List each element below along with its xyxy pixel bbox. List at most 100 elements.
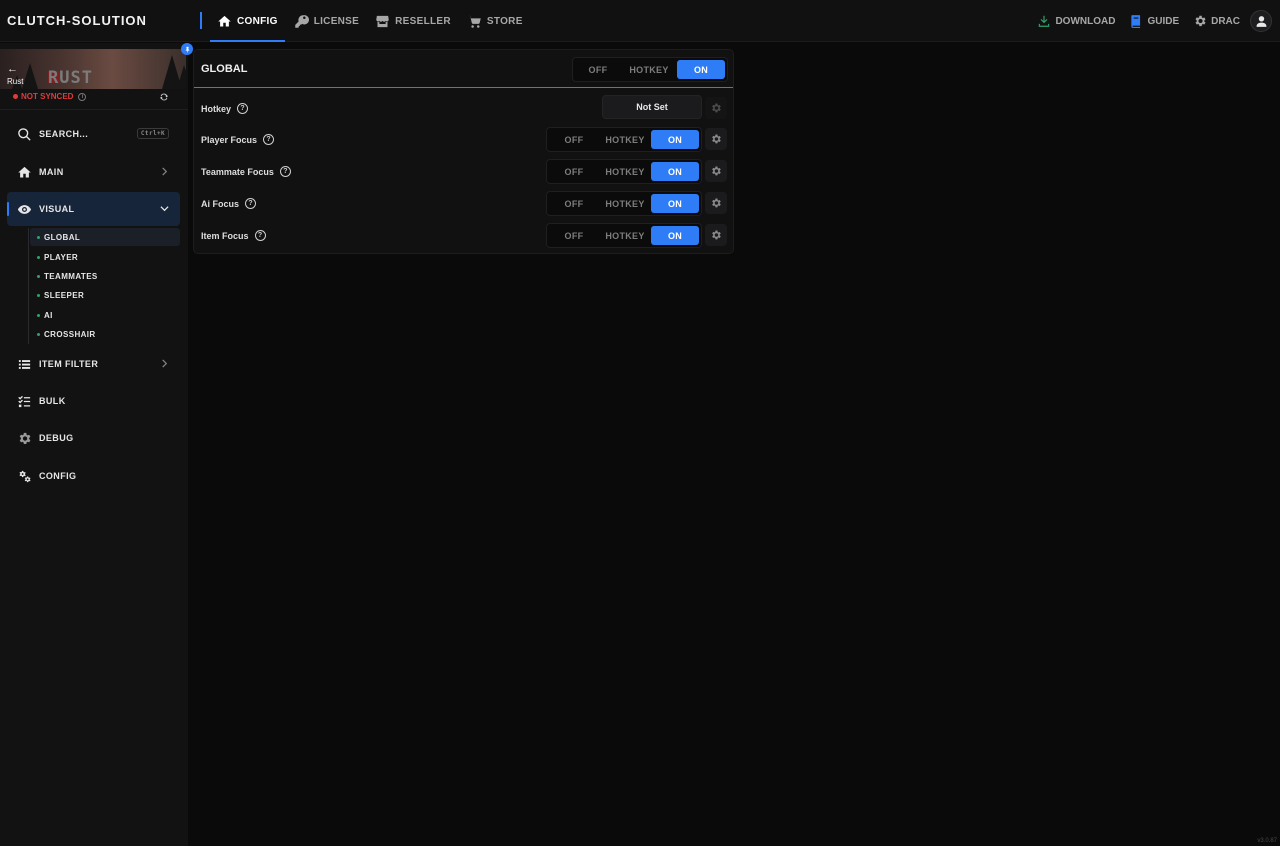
help-icon[interactable]: ? xyxy=(263,134,275,145)
nav-config-label: CONFIG xyxy=(237,15,278,27)
item-focus-toggle: OFF HOTKEY ON xyxy=(546,223,702,248)
user-settings-button[interactable]: DRAC xyxy=(1186,14,1247,28)
mode-on-option[interactable]: ON xyxy=(677,60,725,79)
top-nav: CONFIG LICENSE RESELLER STORE xyxy=(209,0,531,42)
help-icon[interactable]: ? xyxy=(237,103,249,114)
chevron-right-icon xyxy=(162,359,168,368)
search-shortcut: Ctrl+K xyxy=(136,128,169,139)
setting-label-text: Item Focus xyxy=(201,230,249,241)
sidebar-item-item-filter[interactable]: ITEM FILTER xyxy=(7,347,180,381)
sidebar-item-bulk[interactable]: BULK xyxy=(7,384,180,418)
toggle-on-option[interactable]: ON xyxy=(651,130,699,149)
player-focus-settings-button[interactable] xyxy=(705,128,727,150)
nav-store[interactable]: STORE xyxy=(459,0,531,42)
user-icon xyxy=(1256,15,1266,27)
hotkey-bind-button[interactable]: Not Set xyxy=(602,95,702,119)
sidebar-item-main[interactable]: MAIN xyxy=(7,155,180,189)
toggle-hotkey-option[interactable]: HOTKEY xyxy=(599,162,651,181)
submenu-item-crosshair[interactable]: CROSSHAIR xyxy=(30,325,180,343)
submenu-item-teammates[interactable]: TEAMMATES xyxy=(30,267,180,285)
ai-focus-settings-button[interactable] xyxy=(705,192,727,214)
nav-license[interactable]: LICENSE xyxy=(286,0,367,42)
mode-hotkey-option[interactable]: HOTKEY xyxy=(621,60,677,79)
top-bar: CLUTCH-SOLUTION CONFIG LICENSE RESELLER … xyxy=(0,0,1280,42)
search-icon xyxy=(18,127,31,141)
key-icon xyxy=(294,14,309,28)
chevron-right-icon xyxy=(162,167,168,176)
item-focus-settings-button[interactable] xyxy=(705,224,727,246)
toggle-on-option[interactable]: ON xyxy=(651,162,699,181)
gears-icon xyxy=(19,470,31,482)
gear-icon xyxy=(712,230,721,240)
hotkey-settings-button[interactable] xyxy=(705,97,727,119)
help-icon[interactable]: ? xyxy=(245,198,257,209)
version-label: v3.0.87 xyxy=(1257,838,1277,844)
sidebar-item-label: VISUAL xyxy=(39,204,75,214)
submenu-label: CROSSHAIR xyxy=(44,329,96,339)
gear-icon xyxy=(712,198,721,208)
submenu-item-sleeper[interactable]: SLEEPER xyxy=(30,286,180,304)
toggle-on-option[interactable]: ON xyxy=(651,226,699,245)
setting-label: Player Focus ? xyxy=(201,134,275,145)
download-button[interactable]: DOWNLOAD xyxy=(1030,14,1122,28)
eye-icon xyxy=(17,204,32,214)
submenu-label: GLOBAL xyxy=(44,232,81,242)
back-button[interactable]: ← xyxy=(7,63,18,75)
toggle-off-option[interactable]: OFF xyxy=(549,162,599,181)
nav-reseller[interactable]: RESELLER xyxy=(367,0,459,42)
avatar[interactable] xyxy=(1250,10,1272,32)
submenu-label: PLAYER xyxy=(44,252,79,262)
toggle-off-option[interactable]: OFF xyxy=(549,130,599,149)
sidebar-item-label: BULK xyxy=(39,396,66,406)
toggle-hotkey-option[interactable]: HOTKEY xyxy=(599,130,651,149)
pin-icon xyxy=(185,46,189,52)
search-label: SEARCH... xyxy=(39,129,89,139)
top-right-actions: DOWNLOAD GUIDE DRAC xyxy=(1030,0,1272,42)
toggle-on-option[interactable]: ON xyxy=(651,194,699,213)
submenu-dot xyxy=(37,293,40,297)
checklist-icon xyxy=(18,395,31,407)
tree-silhouette-icon xyxy=(12,55,186,89)
sidebar-item-visual[interactable]: VISUAL xyxy=(7,192,180,226)
submenu-label: TEAMMATES xyxy=(44,271,98,281)
submenu-dot xyxy=(37,332,40,336)
submenu-item-ai[interactable]: AI xyxy=(30,306,180,324)
submenu-line xyxy=(28,228,29,344)
gear-icon xyxy=(712,134,721,144)
list-icon xyxy=(18,359,31,369)
setting-row-teammate-focus: Teammate Focus ? OFF HOTKEY ON xyxy=(194,159,733,185)
setting-label: Teammate Focus ? xyxy=(201,166,291,177)
submenu-label: AI xyxy=(44,310,53,320)
teammate-focus-settings-button[interactable] xyxy=(705,160,727,182)
store-icon xyxy=(376,15,389,27)
nav-reseller-label: RESELLER xyxy=(395,15,451,27)
refresh-icon[interactable] xyxy=(159,92,169,102)
cart-icon xyxy=(468,15,481,28)
submenu-item-player[interactable]: PLAYER xyxy=(30,248,180,266)
sidebar-item-label: CONFIG xyxy=(39,471,77,481)
sidebar-item-debug[interactable]: DEBUG xyxy=(7,421,180,455)
book-icon xyxy=(1131,15,1141,28)
home-icon xyxy=(218,15,231,26)
mode-off-option[interactable]: OFF xyxy=(575,60,621,79)
nav-config[interactable]: CONFIG xyxy=(209,0,286,42)
setting-row-hotkey: Hotkey ? Not Set xyxy=(194,95,733,122)
help-icon[interactable]: ? xyxy=(254,230,266,241)
page-title: GLOBAL xyxy=(201,63,248,75)
toggle-hotkey-option[interactable]: HOTKEY xyxy=(599,194,651,213)
toggle-off-option[interactable]: OFF xyxy=(549,226,599,245)
sidebar-item-config[interactable]: CONFIG xyxy=(7,459,180,493)
pin-button[interactable] xyxy=(181,43,193,55)
sidebar-search[interactable]: SEARCH... Ctrl+K xyxy=(7,117,180,151)
gear-icon xyxy=(712,103,721,113)
gear-icon xyxy=(19,432,31,444)
sidebar-divider xyxy=(0,109,188,110)
chevron-down-icon xyxy=(160,206,169,212)
info-icon[interactable]: i xyxy=(78,92,87,101)
guide-button[interactable]: GUIDE xyxy=(1122,14,1186,28)
submenu-item-global[interactable]: GLOBAL xyxy=(30,228,180,246)
toggle-hotkey-option[interactable]: HOTKEY xyxy=(599,226,651,245)
help-icon[interactable]: ? xyxy=(279,166,291,177)
toggle-off-option[interactable]: OFF xyxy=(549,194,599,213)
download-label: DOWNLOAD xyxy=(1055,15,1116,27)
